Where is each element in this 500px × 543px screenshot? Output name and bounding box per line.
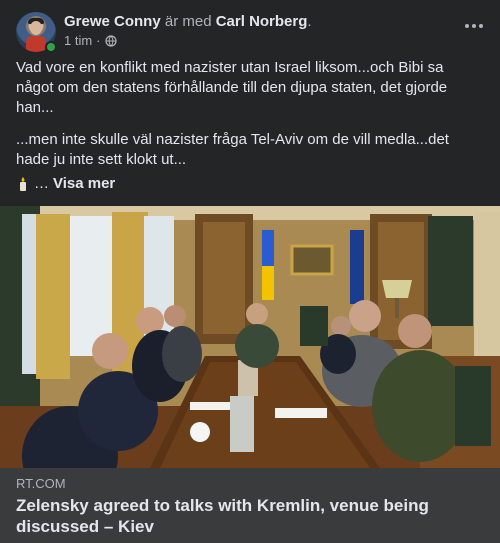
candle-emoji-icon [20, 177, 26, 191]
more-dot [465, 24, 469, 28]
avatar-shirt [26, 36, 46, 52]
with-text: är med [160, 13, 216, 30]
author-name[interactable]: Grewe Conny [64, 13, 161, 30]
link-source: RT.COM [16, 476, 66, 491]
see-more-link[interactable]: Visa mer [53, 174, 115, 194]
post-paragraph-2: ...men inte skulle väl nazister fråga Te… [16, 131, 449, 168]
meeting-photo[interactable] [0, 206, 500, 468]
ellipsis: … [34, 175, 49, 192]
post-author-line: Grewe Conny är med Carl Norberg. [64, 12, 312, 32]
meta-separator: · [96, 33, 101, 48]
post-paragraph-1: Vad vore en konflikt med nazister utan I… [16, 59, 448, 116]
post-header: Grewe Conny är med Carl Norberg. 1 tim · [16, 12, 484, 53]
more-options-icon[interactable] [460, 16, 488, 36]
post-meta: 1 tim · [64, 33, 117, 49]
post-body: Vad vore en konflikt med nazister utan I… [16, 58, 478, 182]
more-dot [479, 24, 483, 28]
online-status-dot [45, 41, 57, 53]
meeting-photo-illustration [0, 206, 500, 468]
more-dot [472, 24, 476, 28]
link-headline[interactable]: Zelensky agreed to talks with Kremlin, v… [16, 495, 484, 537]
link-preview[interactable]: RT.COM Zelensky agreed to talks with Kre… [0, 468, 500, 543]
period: . [307, 13, 312, 30]
feed-post: Grewe Conny är med Carl Norberg. 1 tim ·… [0, 0, 500, 543]
see-more-row: … Visa mer [16, 174, 115, 194]
tagged-person[interactable]: Carl Norberg [216, 13, 308, 30]
globe-icon [104, 35, 117, 47]
post-timestamp[interactable]: 1 tim [64, 33, 92, 49]
avatar-face [30, 21, 42, 35]
